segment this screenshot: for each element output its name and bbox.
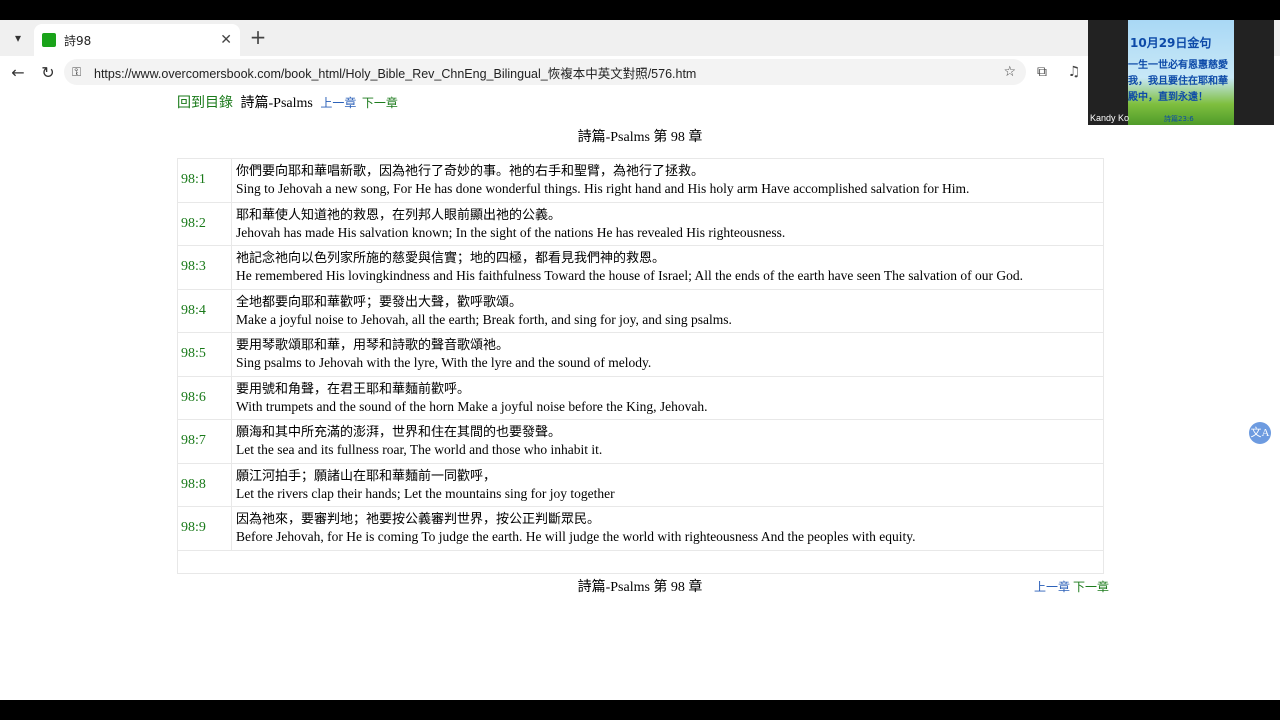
bottom-black-bar — [0, 700, 1280, 720]
verse-number: 98:6 — [177, 375, 232, 420]
verse-number: 98:4 — [177, 288, 232, 333]
verse-number: 98:2 — [177, 201, 232, 246]
next-chapter-link[interactable]: 下一章 — [362, 96, 398, 110]
slide-line: 一生一世必有恩惠慈愛 — [1128, 60, 1228, 71]
verse-row: 98:2 耶和華使人知道祂的救恩，在列邦人眼前顯出祂的公義。 Jehovah has… — [177, 201, 1104, 246]
chapter-heading: 詩篇-Psalms 第 98 章 — [577, 130, 703, 145]
participant-name: Kandy Ko — [1090, 113, 1130, 123]
verse-row: 98:4 全地都要向耶和華歡呼；要發出大聲，歡呼歌頌。 Make a joyful … — [177, 288, 1104, 333]
verse-english: Before Jehovah, for He is coming To judg… — [236, 529, 916, 545]
slide-text: 一生一世必有恩惠慈愛 我，我且要住在耶和華 殿中，直到永遠！ — [1128, 58, 1228, 106]
verse-text: 祂記念祂向以色列家所施的慈愛與信實；地的四極，都看見我們神的救恩。 He reme… — [231, 245, 1104, 290]
slide-line: 我，我且要住在耶和華 — [1128, 76, 1228, 87]
plus-icon[interactable]: + — [248, 26, 268, 48]
verse-chinese: 全地都要向耶和華歡呼；要發出大聲，歡呼歌頌。 — [236, 294, 523, 310]
verse-row: 98:5 要用琴歌頌耶和華，用琴和詩歌的聲音歌頌祂。 Sing psalms to … — [177, 332, 1104, 377]
verse-number: 98:7 — [177, 419, 232, 464]
verses-table: 98:1 你們要向耶和華唱新歌，因為祂行了奇妙的事。祂的右手和聖臂，為祂行了拯救。… — [177, 158, 1104, 574]
verse-chinese: 願江河拍手；願諸山在耶和華麵前一同歡呼， — [236, 468, 497, 484]
verse-chinese: 因為祂來，要審判地；祂要按公義審判世界，按公正判斷眾民。 — [236, 512, 601, 528]
verse-row: 98:9 因為祂來，要審判地；祂要按公義審判世界，按公正判斷眾民。 Before J… — [177, 506, 1104, 551]
verse-row: 98:7 願海和其中所充滿的澎湃，世界和住在其間的也要發聲。 Let the sea… — [177, 419, 1104, 464]
verse-number: 98:5 — [177, 332, 232, 377]
verse-text: 要用琴歌頌耶和華，用琴和詩歌的聲音歌頌祂。 Sing psalms to Jeho… — [231, 332, 1104, 377]
verse-chinese: 願海和其中所充滿的澎湃，世界和住在其間的也要發聲。 — [236, 425, 562, 441]
top-navigation: 回到目錄 詩篇-Psalms 上一章 下一章 — [177, 92, 398, 112]
verse-chinese: 要用號和角聲，在君王耶和華麵前歡呼。 — [236, 381, 471, 397]
verse-chinese: 你們要向耶和華唱新歌，因為祂行了奇妙的事。祂的右手和聖臂，為祂行了拯救。 — [236, 164, 705, 180]
footer-next-chapter-link[interactable]: 下一章 — [1073, 580, 1109, 594]
verse-text: 耶和華使人知道祂的救恩，在列邦人眼前顯出祂的公義。 Jehovah has mad… — [231, 201, 1104, 246]
tab-title: 詩98 — [64, 33, 92, 48]
verse-english: Sing to Jehovah a new song, For He has d… — [236, 181, 970, 197]
verse-chinese: 祂記念祂向以色列家所施的慈愛與信實；地的四極，都看見我們神的救恩。 — [236, 251, 666, 267]
verse-number: 98:8 — [177, 462, 232, 507]
address-bar[interactable]: ⚿ https://www.overcomersbook.com/book_ht… — [64, 59, 1026, 85]
verse-english: With trumpets and the sound of the horn … — [236, 398, 708, 414]
prev-chapter-link[interactable]: 上一章 — [320, 96, 356, 110]
empty-row — [177, 549, 1104, 574]
footer-prev-chapter-link[interactable]: 上一章 — [1034, 580, 1070, 594]
slide-preview: 10月29日金句 一生一世必有恩惠慈愛 我，我且要住在耶和華 殿中，直到永遠！ … — [1128, 20, 1234, 125]
toc-link[interactable]: 回到目錄 — [177, 96, 233, 111]
extensions-icon[interactable]: ⧉ — [1032, 62, 1052, 82]
book-name: 詩篇-Psalms — [240, 96, 313, 111]
url-text[interactable]: https://www.overcomersbook.com/book_html… — [94, 63, 1003, 82]
page-content: 回到目錄 詩篇-Psalms 上一章 下一章 詩篇-Psalms 第 98 章 … — [0, 88, 1280, 700]
translate-icon[interactable]: 文A — [1249, 422, 1271, 444]
top-black-bar — [0, 0, 1280, 20]
verse-number: 98:9 — [177, 506, 232, 551]
footer-navigation: 上一章 下一章 — [1034, 578, 1109, 595]
back-arrow-icon[interactable]: ← — [6, 60, 30, 84]
verse-number: 98:1 — [177, 158, 232, 203]
site-info-icon[interactable]: ⚿ — [72, 65, 86, 80]
verse-row: 98:1 你們要向耶和華唱新歌，因為祂行了奇妙的事。祂的右手和聖臂，為祂行了拯救。… — [177, 158, 1104, 203]
verse-text: 你們要向耶和華唱新歌，因為祂行了奇妙的事。祂的右手和聖臂，為祂行了拯救。 Sing… — [231, 158, 1104, 203]
empty-cell — [177, 549, 1104, 574]
star-icon[interactable]: ☆ — [1003, 64, 1016, 80]
verse-english: Sing psalms to Jehovah with the lyre, Wi… — [236, 355, 652, 371]
video-overlay: 10月29日金句 一生一世必有恩惠慈愛 我，我且要住在耶和華 殿中，直到永遠！ … — [1088, 20, 1274, 125]
verse-row: 98:6 要用號和角聲，在君王耶和華麵前歡呼。 With trumpets and … — [177, 375, 1104, 420]
slide-title: 10月29日金句 — [1130, 36, 1212, 50]
media-control-icon[interactable]: ♫ — [1064, 62, 1084, 82]
verse-text: 因為祂來，要審判地；祂要按公義審判世界，按公正判斷眾民。 Before Jehov… — [231, 506, 1104, 551]
verse-chinese: 耶和華使人知道祂的救恩，在列邦人眼前顯出祂的公義。 — [236, 207, 562, 223]
green-square-icon — [42, 33, 56, 47]
verse-text: 要用號和角聲，在君王耶和華麵前歡呼。 With trumpets and the … — [231, 375, 1104, 420]
verse-chinese: 要用琴歌頌耶和華，用琴和詩歌的聲音歌頌祂。 — [236, 338, 510, 354]
tab-current[interactable]: 詩98 ✕ — [34, 24, 240, 56]
verse-english: Jehovah has made His salvation known; In… — [236, 224, 786, 240]
chevron-down-icon[interactable]: ▾ — [8, 28, 28, 48]
verse-english: Make a joyful noise to Jehovah, all the … — [236, 311, 732, 327]
verse-text: 願海和其中所充滿的澎湃，世界和住在其間的也要發聲。 Let the sea and… — [231, 419, 1104, 464]
verse-english: Let the rivers clap their hands; Let the… — [236, 485, 615, 501]
verse-text: 願江河拍手；願諸山在耶和華麵前一同歡呼， Let the rivers clap … — [231, 462, 1104, 507]
verse-text: 全地都要向耶和華歡呼；要發出大聲，歡呼歌頌。 Make a joyful nois… — [231, 288, 1104, 333]
verse-row: 98:3 祂記念祂向以色列家所施的慈愛與信實；地的四極，都看見我們神的救恩。 He … — [177, 245, 1104, 290]
verse-number: 98:3 — [177, 245, 232, 290]
reload-icon[interactable]: ↻ — [36, 60, 60, 84]
close-icon[interactable]: ✕ — [220, 32, 232, 48]
verse-english: Let the sea and its fullness roar, The w… — [236, 442, 603, 458]
slide-reference: 詩篇23:6 — [1164, 115, 1194, 123]
verse-english: He remembered His lovingkindness and His… — [236, 268, 1023, 284]
slide-line: 殿中，直到永遠！ — [1128, 92, 1208, 103]
verse-row: 98:8 願江河拍手；願諸山在耶和華麵前一同歡呼， Let the rivers c… — [177, 462, 1104, 507]
